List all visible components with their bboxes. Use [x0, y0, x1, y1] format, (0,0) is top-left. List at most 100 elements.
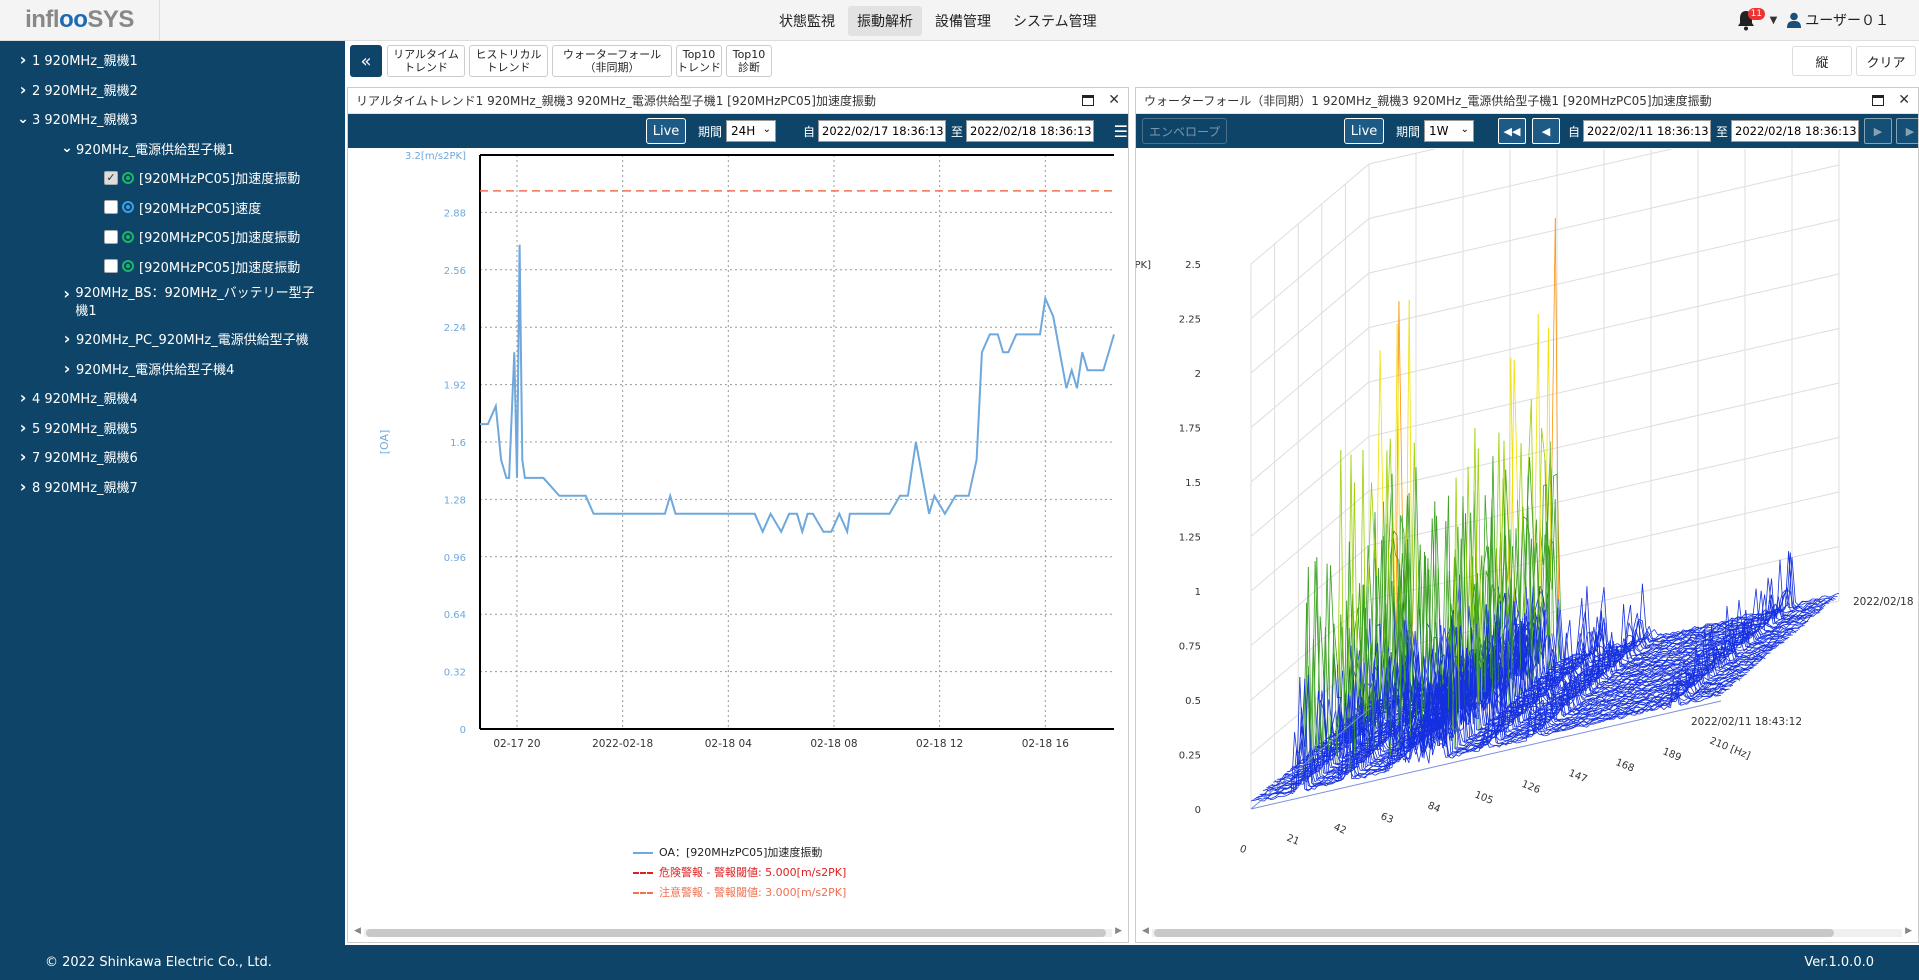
legend-item[interactable]: 注意警報 - 警報閾値: 3.000[m/s2PK]: [633, 883, 846, 903]
from-date-input[interactable]: 2022/02/17 18:36:13: [818, 120, 946, 142]
trend-chart: 0 0.32 0.64 0.96 1.28 1.6 1.92 2.24 2.56 2.88 3.2[…: [378, 151, 1115, 750]
spectrum-segment: [1670, 640, 1675, 642]
x-tick-label: 2022-02-18: [592, 738, 653, 750]
spectrum-segment: [1794, 620, 1799, 622]
spectrum-segment: [1640, 647, 1645, 652]
spectrum-segment: [1825, 595, 1830, 598]
legend-item[interactable]: 危険警報 - 警報閾値: 5.000[m/s2PK]: [633, 863, 846, 883]
prev-page-button[interactable]: ◀: [1532, 118, 1560, 144]
chevron-down-icon[interactable]: ⌄: [16, 111, 30, 127]
spectrum-segment: [1835, 592, 1840, 595]
tree-leaf-item[interactable]: [920MHzPC05]速度: [0, 193, 345, 223]
tree-node-item[interactable]: › 5 920MHz_親機5: [0, 413, 345, 443]
from-date-input[interactable]: 2022/02/11 18:36:13: [1583, 120, 1711, 142]
notification-button[interactable]: 11: [1736, 6, 1766, 34]
period-select[interactable]: 24H ⌄: [726, 120, 776, 142]
tree-item-label: 920MHz_PC_920MHz_電源供給型子機: [76, 333, 309, 349]
historical-trend-button[interactable]: ヒストリカル トレンド: [469, 45, 548, 77]
menu-icon[interactable]: ☰: [1114, 122, 1128, 141]
chevron-down-icon[interactable]: ⌄: [60, 140, 74, 156]
sensor-status-icon: [122, 171, 134, 184]
tree-checkbox[interactable]: [104, 200, 118, 215]
chevron-right-icon[interactable]: ›: [16, 80, 30, 99]
x-tick-label: 02-18 08: [810, 738, 857, 750]
spectrum-segment: [1808, 614, 1812, 616]
chevron-right-icon[interactable]: ›: [16, 447, 30, 466]
spectrum-segment: [1633, 662, 1637, 664]
chevron-right-icon[interactable]: ›: [60, 359, 74, 378]
vertical-layout-button[interactable]: 縦: [1792, 46, 1852, 76]
period-label: 期間: [698, 125, 723, 139]
nav-vibration-analysis[interactable]: 振動解析: [848, 6, 922, 36]
last-page-button[interactable]: ▶: [1896, 118, 1918, 144]
user-menu[interactable]: ユーザー０１: [1787, 10, 1889, 30]
tree-node-item[interactable]: ⌄ 920MHz_電源供給型子機1: [0, 134, 345, 164]
close-icon[interactable]: ✕: [1108, 93, 1120, 107]
tree-leaf-item[interactable]: ✓ [920MHzPC05]加速度振動: [0, 163, 345, 193]
spectrum-segment: [1660, 664, 1664, 667]
spectrum-segment: [1801, 617, 1805, 619]
chevron-right-icon[interactable]: ›: [16, 50, 30, 69]
spectrum-segment: [1513, 359, 1518, 501]
tree-node-item[interactable]: › 8 920MHz_親機7: [0, 472, 345, 502]
triangle-left-icon: ◀: [1541, 124, 1551, 138]
spectrum-segment: [1650, 658, 1654, 660]
legend-label: OA：[920MHzPC05]加速度振動: [659, 846, 823, 859]
tree-node-item[interactable]: › 4 920MHz_親機4: [0, 383, 345, 413]
tree-node-item[interactable]: › 7 920MHz_親機6: [0, 442, 345, 472]
chevron-right-icon[interactable]: ›: [16, 418, 30, 437]
notification-dropdown-icon[interactable]: ▼: [1770, 15, 1778, 26]
tree-item-label: 7 920MHz_親機6: [32, 451, 138, 467]
envelope-button[interactable]: エンベロープ: [1142, 118, 1228, 144]
nav-equipment-management[interactable]: 設備管理: [926, 6, 1000, 36]
waterfall-button[interactable]: ウォーターフォール （非同期）: [552, 45, 672, 77]
nav-system-management[interactable]: システム管理: [1004, 6, 1106, 36]
trend-horizontal-scrollbar[interactable]: ◀ ▶: [352, 926, 1124, 940]
tree-item-label: [920MHzPC05]加速度振動: [139, 260, 301, 276]
maximize-icon[interactable]: [1872, 95, 1885, 106]
spectrum-segment: [1656, 667, 1661, 670]
period-select[interactable]: 1W ⌄: [1424, 120, 1474, 142]
collapse-sidebar-button[interactable]: «: [350, 45, 382, 77]
tree-checkbox[interactable]: [104, 229, 118, 244]
maximize-icon[interactable]: [1082, 95, 1095, 106]
spectrum-segment: [1692, 644, 1696, 647]
to-date-input[interactable]: 2022/02/18 18:36:13: [1731, 120, 1859, 142]
clear-button[interactable]: クリア: [1856, 46, 1916, 76]
tree-checkbox[interactable]: ✓: [104, 170, 118, 185]
first-page-button[interactable]: ◀◀: [1498, 118, 1526, 144]
tree-node-item[interactable]: › 920MHz_電源供給型子機4: [0, 354, 345, 384]
chevron-right-icon[interactable]: ›: [60, 285, 73, 303]
top10-trend-button[interactable]: Top10 トレンド: [676, 45, 722, 77]
tree-leaf-item[interactable]: [920MHzPC05]加速度振動: [0, 252, 345, 282]
tree-node-item[interactable]: › 920MHz_BS：920MHz_バッテリー型子機1: [0, 281, 345, 324]
tree-item-label: 920MHz_電源供給型子機1: [76, 142, 235, 158]
nav-status-monitor[interactable]: 状態監視: [770, 6, 844, 36]
tree-node-item[interactable]: › 1 920MHz_親機1: [0, 45, 345, 75]
chevron-right-icon[interactable]: ›: [16, 477, 30, 496]
tree-leaf-item[interactable]: [920MHzPC05]加速度振動: [0, 222, 345, 252]
tree-node-item[interactable]: › 920MHz_PC_920MHz_電源供給型子機: [0, 324, 345, 354]
spectrum-segment: [1635, 659, 1639, 662]
to-date-input[interactable]: 2022/02/18 18:36:13: [966, 120, 1094, 142]
live-button[interactable]: Live: [646, 118, 686, 144]
app-logo[interactable]: inflooSYS: [0, 0, 160, 40]
tree-checkbox[interactable]: [104, 259, 118, 274]
scroll-right-icon[interactable]: ▶: [1115, 926, 1122, 936]
spectrum-segment: [1670, 642, 1675, 645]
tree-node-item[interactable]: › 2 920MHz_親機2: [0, 75, 345, 105]
chevron-right-icon[interactable]: ›: [16, 388, 30, 407]
legend-item[interactable]: OA：[920MHzPC05]加速度振動: [633, 843, 846, 863]
live-button[interactable]: Live: [1344, 118, 1384, 144]
scroll-left-icon[interactable]: ◀: [354, 926, 361, 936]
notification-badge: 11: [1747, 8, 1766, 20]
z-tick-label: 0: [1195, 805, 1201, 816]
next-page-button[interactable]: ▶: [1864, 118, 1892, 144]
close-icon[interactable]: ✕: [1898, 93, 1910, 107]
spectrum-segment: [1602, 675, 1607, 679]
realtime-trend-button[interactable]: リアルタイム トレンド: [387, 45, 465, 77]
top10-diagnosis-button[interactable]: Top10 診断: [726, 45, 772, 77]
analysis-toolbar: « リアルタイム トレンド ヒストリカル トレンド ウォーターフォール （非同期） T…: [345, 41, 1919, 83]
tree-node-item[interactable]: ⌄ 3 920MHz_親機3: [0, 104, 345, 134]
chevron-right-icon[interactable]: ›: [60, 329, 74, 348]
